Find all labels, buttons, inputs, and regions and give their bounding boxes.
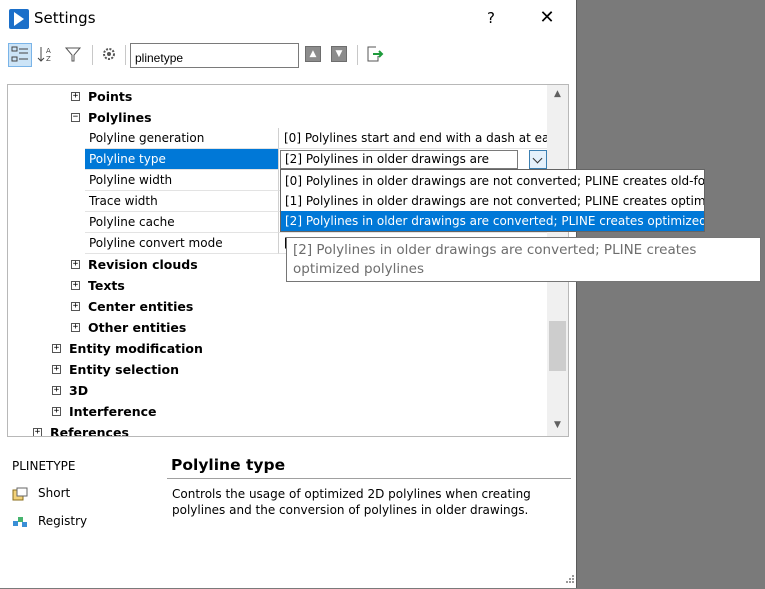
category-label: Points [88, 89, 133, 104]
description-divider [167, 478, 571, 479]
tree-category-3d[interactable]: + 3D [8, 380, 538, 401]
settings-window: Settings ? ✕ AZ ▲ ▼ + Points [0, 0, 577, 588]
categorized-view-icon[interactable] [8, 43, 32, 67]
polyline-type-dropdown-list: [0] Polylines in older drawings are not … [280, 169, 705, 232]
short-label: Short [38, 486, 71, 500]
tree-category-entity-modification[interactable]: + Entity modification [8, 338, 538, 359]
svg-text:A: A [46, 47, 51, 55]
collapse-icon[interactable]: − [71, 113, 80, 122]
category-label: Other entities [88, 320, 187, 335]
property-name: Polyline cache [85, 212, 279, 233]
category-label: Revision clouds [88, 257, 198, 272]
short-icon [12, 487, 28, 501]
resize-grip-icon[interactable] [563, 574, 575, 586]
toolbar-separator [92, 45, 93, 65]
tooltip: [2] Polylines in older drawings are conv… [286, 237, 761, 282]
short-button[interactable]: Short [12, 486, 70, 501]
category-label: Texts [88, 278, 125, 293]
dropdown-option[interactable]: [0] Polylines in older drawings are not … [281, 171, 704, 191]
expand-icon[interactable]: + [71, 260, 80, 269]
tree-category-entity-selection[interactable]: + Entity selection [8, 359, 538, 380]
toolbar: AZ ▲ ▼ [0, 37, 577, 74]
category-label: References [50, 425, 129, 437]
property-value[interactable]: [0] Polylines start and end with a dash … [279, 128, 554, 149]
description-text: Controls the usage of optimized 2D polyl… [172, 487, 531, 517]
dropdown-option[interactable]: [1] Polylines in older drawings are not … [281, 191, 704, 211]
svg-text:Z: Z [46, 55, 51, 63]
expand-icon[interactable]: + [52, 344, 61, 353]
category-label: 3D [69, 383, 89, 398]
help-button[interactable]: ? [480, 6, 502, 30]
scroll-up-button[interactable]: ▲ [547, 85, 568, 103]
property-name: Polyline convert mode [85, 233, 279, 254]
expand-icon[interactable]: + [52, 386, 61, 395]
expand-icon[interactable]: + [71, 323, 80, 332]
search-next-button[interactable]: ▼ [331, 46, 347, 62]
tree-category-polylines[interactable]: − Polylines [8, 107, 538, 128]
category-label: Center entities [88, 299, 194, 314]
window-title: Settings [34, 9, 96, 27]
expand-icon[interactable]: + [71, 281, 80, 290]
title-bar: Settings ? ✕ [0, 0, 577, 36]
dropdown-option-selected[interactable]: [2] Polylines in older drawings are conv… [281, 211, 704, 231]
scroll-down-button[interactable]: ▼ [547, 416, 568, 434]
registry-icon [12, 515, 28, 529]
expand-icon[interactable]: + [52, 365, 61, 374]
category-label: Interference [69, 404, 157, 419]
expand-icon[interactable]: + [33, 428, 42, 436]
expand-icon[interactable]: + [71, 302, 80, 311]
toolbar-separator [125, 45, 126, 65]
tree-category-points[interactable]: + Points [8, 86, 538, 107]
property-name-selected: Polyline type [85, 149, 279, 170]
category-label: Polylines [88, 110, 152, 125]
tree-category-other-entities[interactable]: + Other entities [8, 317, 538, 338]
scroll-thumb[interactable] [549, 321, 566, 371]
chevron-down-icon[interactable] [529, 150, 547, 169]
filter-icon[interactable] [62, 43, 86, 67]
alphabetical-sort-icon[interactable]: AZ [35, 43, 59, 67]
toolbar-separator [357, 45, 358, 65]
search-previous-button[interactable]: ▲ [305, 46, 321, 62]
variable-name: PLINETYPE [12, 459, 76, 473]
tree-category-references[interactable]: + References [8, 422, 538, 437]
category-label: Entity modification [69, 341, 203, 356]
registry-label: Registry [38, 514, 88, 528]
category-label: Entity selection [69, 362, 180, 377]
polyline-type-select[interactable]: [2] Polylines in older drawings are conv… [280, 150, 518, 169]
description-title: Polyline type [171, 456, 286, 474]
registry-button[interactable]: Registry [12, 514, 87, 529]
export-icon[interactable] [363, 43, 387, 67]
app-logo-icon [9, 9, 29, 29]
expand-icon[interactable]: + [52, 407, 61, 416]
gear-icon[interactable] [98, 43, 122, 67]
property-name: Trace width [85, 191, 279, 212]
close-button[interactable]: ✕ [532, 6, 562, 30]
property-name: Polyline generation [85, 128, 279, 149]
expand-icon[interactable]: + [71, 92, 80, 101]
search-input[interactable] [130, 43, 299, 68]
property-name: Polyline width [85, 170, 279, 191]
property-row-polyline-generation[interactable]: Polyline generation [0] Polylines start … [8, 128, 554, 149]
tree-category-center-entities[interactable]: + Center entities [8, 296, 538, 317]
description-pane: PLINETYPE Short Registry Polyline type C… [0, 446, 577, 588]
tree-category-interference[interactable]: + Interference [8, 401, 538, 422]
